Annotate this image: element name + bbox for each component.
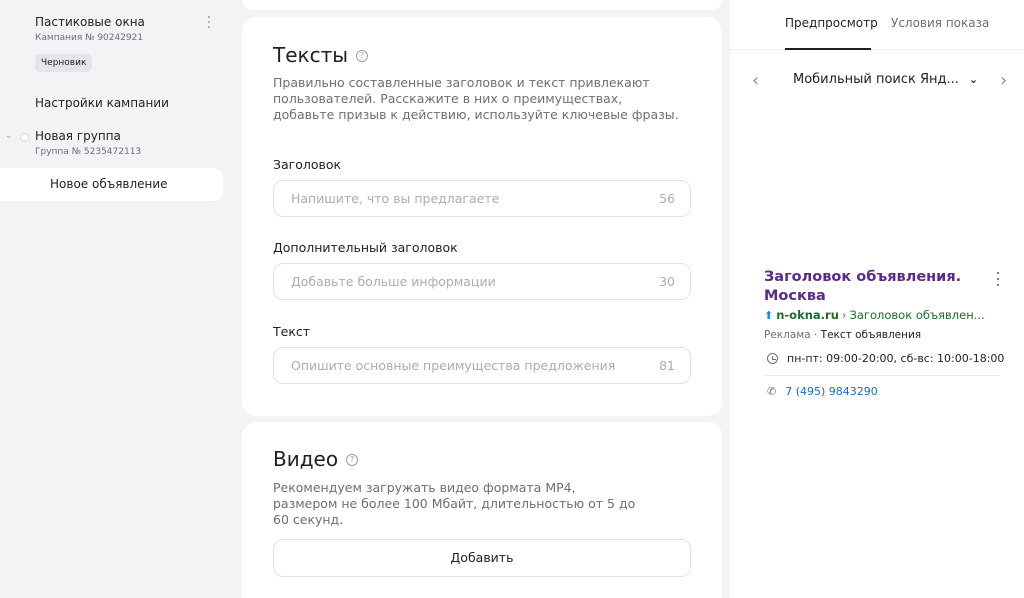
sidebar: Пастиковые окна Кампания № 90242921 Черн… (0, 0, 236, 598)
text-counter: 81 (659, 358, 675, 373)
tab-preview[interactable]: Предпросмотр (785, 16, 878, 30)
texts-title-label: Тексты (273, 43, 349, 67)
campaign-settings-link[interactable]: Настройки кампании (35, 96, 169, 110)
ad-dot-separator: · (813, 329, 818, 341)
text-placeholder: Опишите основные преимущества предложени… (291, 358, 616, 373)
extra-headline-counter: 30 (659, 274, 675, 289)
more-options-icon[interactable] (204, 14, 214, 30)
extra-headline-placeholder: Добавьте больше информации (291, 274, 496, 289)
status-badge: Черновик (35, 54, 93, 72)
device-select-value: Мобильный поиск Янд... (793, 72, 959, 87)
ad-domain: n-okna.ru (776, 308, 839, 322)
extra-headline-label: Дополнительный заголовок (273, 240, 458, 255)
texts-description: Правильно составленные заголовок и текст… (273, 75, 679, 122)
group-status-dot (20, 133, 29, 142)
texts-card: Тексты ? Правильно составленные заголово… (242, 17, 722, 416)
sidebar-item-new-ad[interactable]: Новое объявление (0, 168, 223, 201)
ad-hours-text: пн-пт: 09:00-20:00, сб-вс: 10:00-18:00 (787, 352, 1005, 365)
extra-headline-input[interactable]: Добавьте больше информации 30 (273, 263, 691, 300)
group-title[interactable]: Новая группа (35, 129, 121, 143)
text-input[interactable]: Опишите основные преимущества предложени… (273, 347, 691, 384)
active-tab-indicator (785, 48, 871, 50)
ad-hours: пн-пт: 09:00-20:00, сб-вс: 10:00-18:00 (767, 352, 1004, 365)
url-separator: › (841, 308, 847, 322)
chevron-down-icon: ⌄ (968, 73, 979, 86)
add-video-button[interactable]: Добавить (273, 539, 691, 577)
phone-icon: ✆ (767, 385, 777, 398)
video-title: Видео ? (273, 447, 359, 471)
preview-panel: Предпросмотр Условия показа ‹ Мобильный … (730, 0, 1024, 598)
ad-more-icon[interactable] (996, 272, 1000, 286)
ad-url[interactable]: ⬆ n-okna.ru › Заголовок объявлен... (764, 308, 985, 322)
sidebar-item-label: Новое объявление (50, 177, 168, 191)
tab-display-conditions[interactable]: Условия показа (891, 16, 989, 30)
ad-label: Реклама (764, 329, 811, 341)
text-label: Текст (273, 324, 311, 339)
video-description: Рекомендуем загружать видео формата MP4,… (273, 480, 636, 527)
chevron-right-icon[interactable]: › (1000, 70, 1007, 91)
expand-chevron-icon[interactable]: ⌄ (5, 131, 13, 141)
headline-label: Заголовок (273, 157, 342, 172)
ad-divider (764, 375, 1000, 376)
ad-text: Текст объявления (820, 329, 922, 341)
device-select[interactable]: Мобильный поиск Янд... ⌄ (793, 72, 978, 87)
help-icon[interactable]: ? (346, 454, 359, 466)
texts-title: Тексты ? (273, 43, 369, 67)
ad-subline: Реклама · Текст объявления (764, 329, 921, 341)
clock-icon (767, 353, 778, 364)
ad-path: Заголовок объявлен... (849, 308, 985, 322)
chevron-left-icon[interactable]: ‹ (752, 70, 759, 91)
ad-phone[interactable]: ✆ 7 (495) 9843290 (767, 385, 878, 398)
ad-phone-number: 7 (495) 9843290 (785, 385, 878, 398)
headline-input[interactable]: Напишите, что вы предлагаете 56 (273, 180, 691, 217)
tabs-divider (730, 49, 1024, 50)
url-arrow-icon: ⬆ (764, 308, 774, 322)
video-card: Видео ? Рекомендуем загружать видео форм… (242, 422, 722, 598)
group-id: Группа № 5235472113 (35, 147, 142, 157)
help-icon[interactable]: ? (356, 50, 369, 62)
ad-headline[interactable]: Заголовок объявления. Москва (764, 268, 974, 306)
previous-card (242, 0, 722, 10)
campaign-id: Кампания № 90242921 (35, 33, 144, 43)
campaign-title[interactable]: Пастиковые окна (35, 15, 145, 29)
video-title-label: Видео (273, 447, 339, 471)
headline-counter: 56 (659, 191, 675, 206)
headline-placeholder: Напишите, что вы предлагаете (291, 191, 500, 206)
